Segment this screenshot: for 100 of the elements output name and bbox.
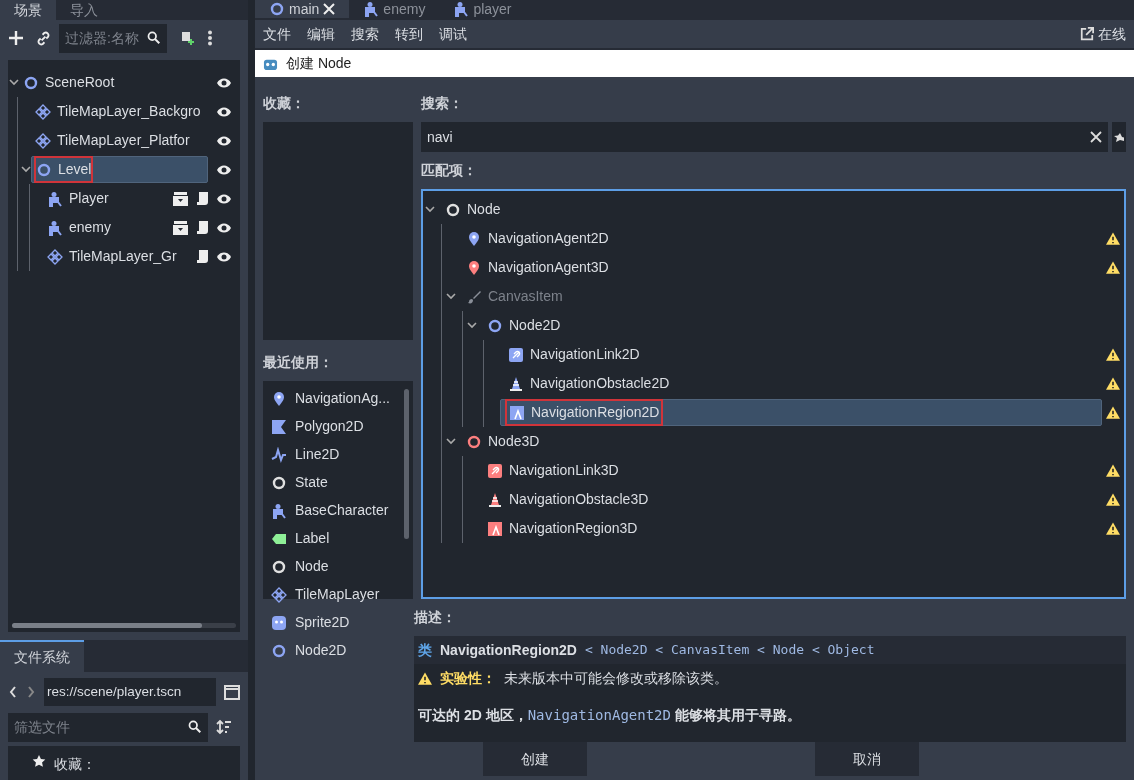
item-label: NavigationAgent3D	[488, 258, 609, 277]
window-icon[interactable]	[224, 684, 240, 700]
visibility-icon[interactable]	[216, 250, 232, 263]
tab[interactable]: 场景	[0, 0, 56, 20]
class-name: NavigationRegion2D	[440, 640, 577, 660]
visibility-icon[interactable]	[216, 76, 232, 89]
item-label: CanvasItem	[488, 287, 563, 306]
list-item[interactable]: NavigationAg...	[267, 384, 404, 413]
clapperboard-icon[interactable]	[173, 191, 188, 206]
search-field[interactable]: navi	[421, 122, 1108, 152]
section-label: 描述：	[414, 608, 457, 627]
tree-item[interactable]: Level	[31, 156, 208, 183]
list-item[interactable]: Label	[267, 524, 404, 553]
list-item[interactable]: BaseCharacter	[267, 496, 404, 525]
star-icon[interactable]	[1114, 131, 1124, 144]
tree-item[interactable]: SceneRoot	[19, 69, 208, 96]
back-icon[interactable]	[8, 685, 18, 699]
list-item[interactable]: State	[267, 468, 404, 497]
item-label: BaseCharacter	[295, 501, 389, 521]
chevron-icon[interactable]	[446, 438, 456, 445]
tree-item[interactable]: Node3D	[458, 428, 1102, 455]
clear-icon[interactable]	[1090, 131, 1102, 143]
item-label: TileMapLayer_Gr	[69, 247, 177, 266]
online-docs-link[interactable]: 在线	[1098, 23, 1126, 45]
item-label: Node2D	[509, 316, 561, 335]
menu-item[interactable]: 调试	[439, 23, 467, 45]
tab[interactable]: 文件系统	[0, 640, 84, 672]
tree-item[interactable]: NavigationLink3D	[479, 457, 1102, 484]
add-script-icon[interactable]	[179, 30, 195, 46]
visibility-icon[interactable]	[216, 221, 232, 234]
forward-icon[interactable]	[26, 685, 36, 699]
visibility-icon[interactable]	[216, 192, 232, 205]
item-label: Sprite2D	[295, 613, 350, 633]
search-icon	[188, 720, 202, 734]
tree-item[interactable]: TileMapLayer_Platfor	[31, 127, 208, 154]
item-label: Node	[467, 200, 501, 219]
tree-item[interactable]: NavigationAgent2D	[458, 225, 1102, 252]
tree-item[interactable]: TileMapLayer_Backgro	[31, 98, 208, 125]
chevron-icon[interactable]	[425, 206, 435, 213]
tree-item[interactable]: Node	[437, 196, 1102, 223]
warning-icon	[418, 672, 432, 685]
visibility-icon[interactable]	[216, 105, 232, 118]
filter-field[interactable]: 筛选文件	[8, 712, 208, 742]
menu-item[interactable]: 编辑	[307, 23, 335, 45]
menu-item[interactable]: 转到	[395, 23, 423, 45]
tree-item[interactable]: enemy	[43, 214, 165, 241]
tab[interactable]: main	[255, 0, 350, 18]
dialog-button[interactable]: 取消	[815, 742, 919, 776]
external-link-icon	[1080, 27, 1094, 42]
search-icon	[147, 31, 161, 45]
visibility-icon[interactable]	[216, 163, 232, 176]
tree-item[interactable]: NavigationObstacle3D	[479, 486, 1102, 513]
tree-item[interactable]: NavigationRegion3D	[479, 515, 1102, 542]
item-label: TileMapLayer_Backgro	[57, 102, 201, 121]
dialog-button[interactable]: 创建	[483, 742, 587, 776]
link-icon[interactable]	[36, 30, 51, 46]
star-icon	[32, 754, 46, 768]
description-text: 可达的 2D 地区，NavigationAgent2D 能够将其用于寻路。	[417, 706, 802, 725]
scrollbar[interactable]	[404, 388, 409, 539]
class-link[interactable]: NavigationAgent2D	[527, 707, 671, 723]
list-item[interactable]: Node2D	[267, 636, 404, 665]
section-label: 最近使用：	[263, 352, 334, 372]
item-label: NavigationObstacle2D	[530, 374, 670, 393]
path-field[interactable]: res://scene/player.tscn	[44, 677, 216, 707]
item-label: NavigationAg...	[295, 389, 390, 409]
section-label: 收藏：	[263, 94, 306, 113]
list-item[interactable]: Line2D	[267, 440, 404, 469]
clapperboard-icon[interactable]	[173, 220, 188, 235]
item-label: TileMapLayer_Platfor	[57, 131, 190, 150]
list-item[interactable]: Sprite2D	[267, 608, 404, 637]
item-label: Polygon2D	[295, 417, 364, 437]
list-item[interactable]: Polygon2D	[267, 412, 404, 441]
tree-item[interactable]: TileMapLayer_Gr	[43, 243, 188, 270]
scrollbar[interactable]	[12, 623, 203, 628]
item-label: State	[295, 473, 328, 493]
item-label: Node3D	[488, 432, 540, 451]
item-label: TileMapLayer	[295, 585, 380, 605]
filter-field[interactable]: 过滤器:名称	[59, 23, 167, 53]
section-label: 搜索：	[421, 94, 464, 113]
chevron-icon[interactable]	[20, 166, 31, 173]
list-item[interactable]: Node	[267, 552, 404, 581]
close-icon[interactable]	[323, 2, 336, 15]
menu-item[interactable]: 搜索	[351, 23, 379, 45]
section-label: 匹配项：	[421, 161, 478, 180]
script-icon[interactable]	[196, 249, 208, 264]
script-icon[interactable]	[196, 191, 208, 206]
menu-item[interactable]: 文件	[263, 23, 291, 45]
class-keyword: 类	[418, 640, 432, 660]
chevron-icon[interactable]	[8, 79, 19, 86]
more-icon[interactable]	[207, 30, 213, 46]
visibility-icon[interactable]	[216, 134, 232, 147]
script-icon[interactable]	[196, 220, 208, 235]
tree-item[interactable]: Player	[43, 185, 165, 212]
list-item[interactable]: TileMapLayer	[267, 580, 404, 609]
favorite-button[interactable]	[1112, 122, 1126, 152]
item-label: NavigationLink3D	[509, 461, 619, 480]
add-icon[interactable]	[8, 30, 24, 46]
sort-icon[interactable]	[216, 719, 232, 735]
item-label: NavigationLink2D	[530, 345, 640, 364]
tree-item[interactable]: NavigationAgent3D	[458, 254, 1102, 281]
